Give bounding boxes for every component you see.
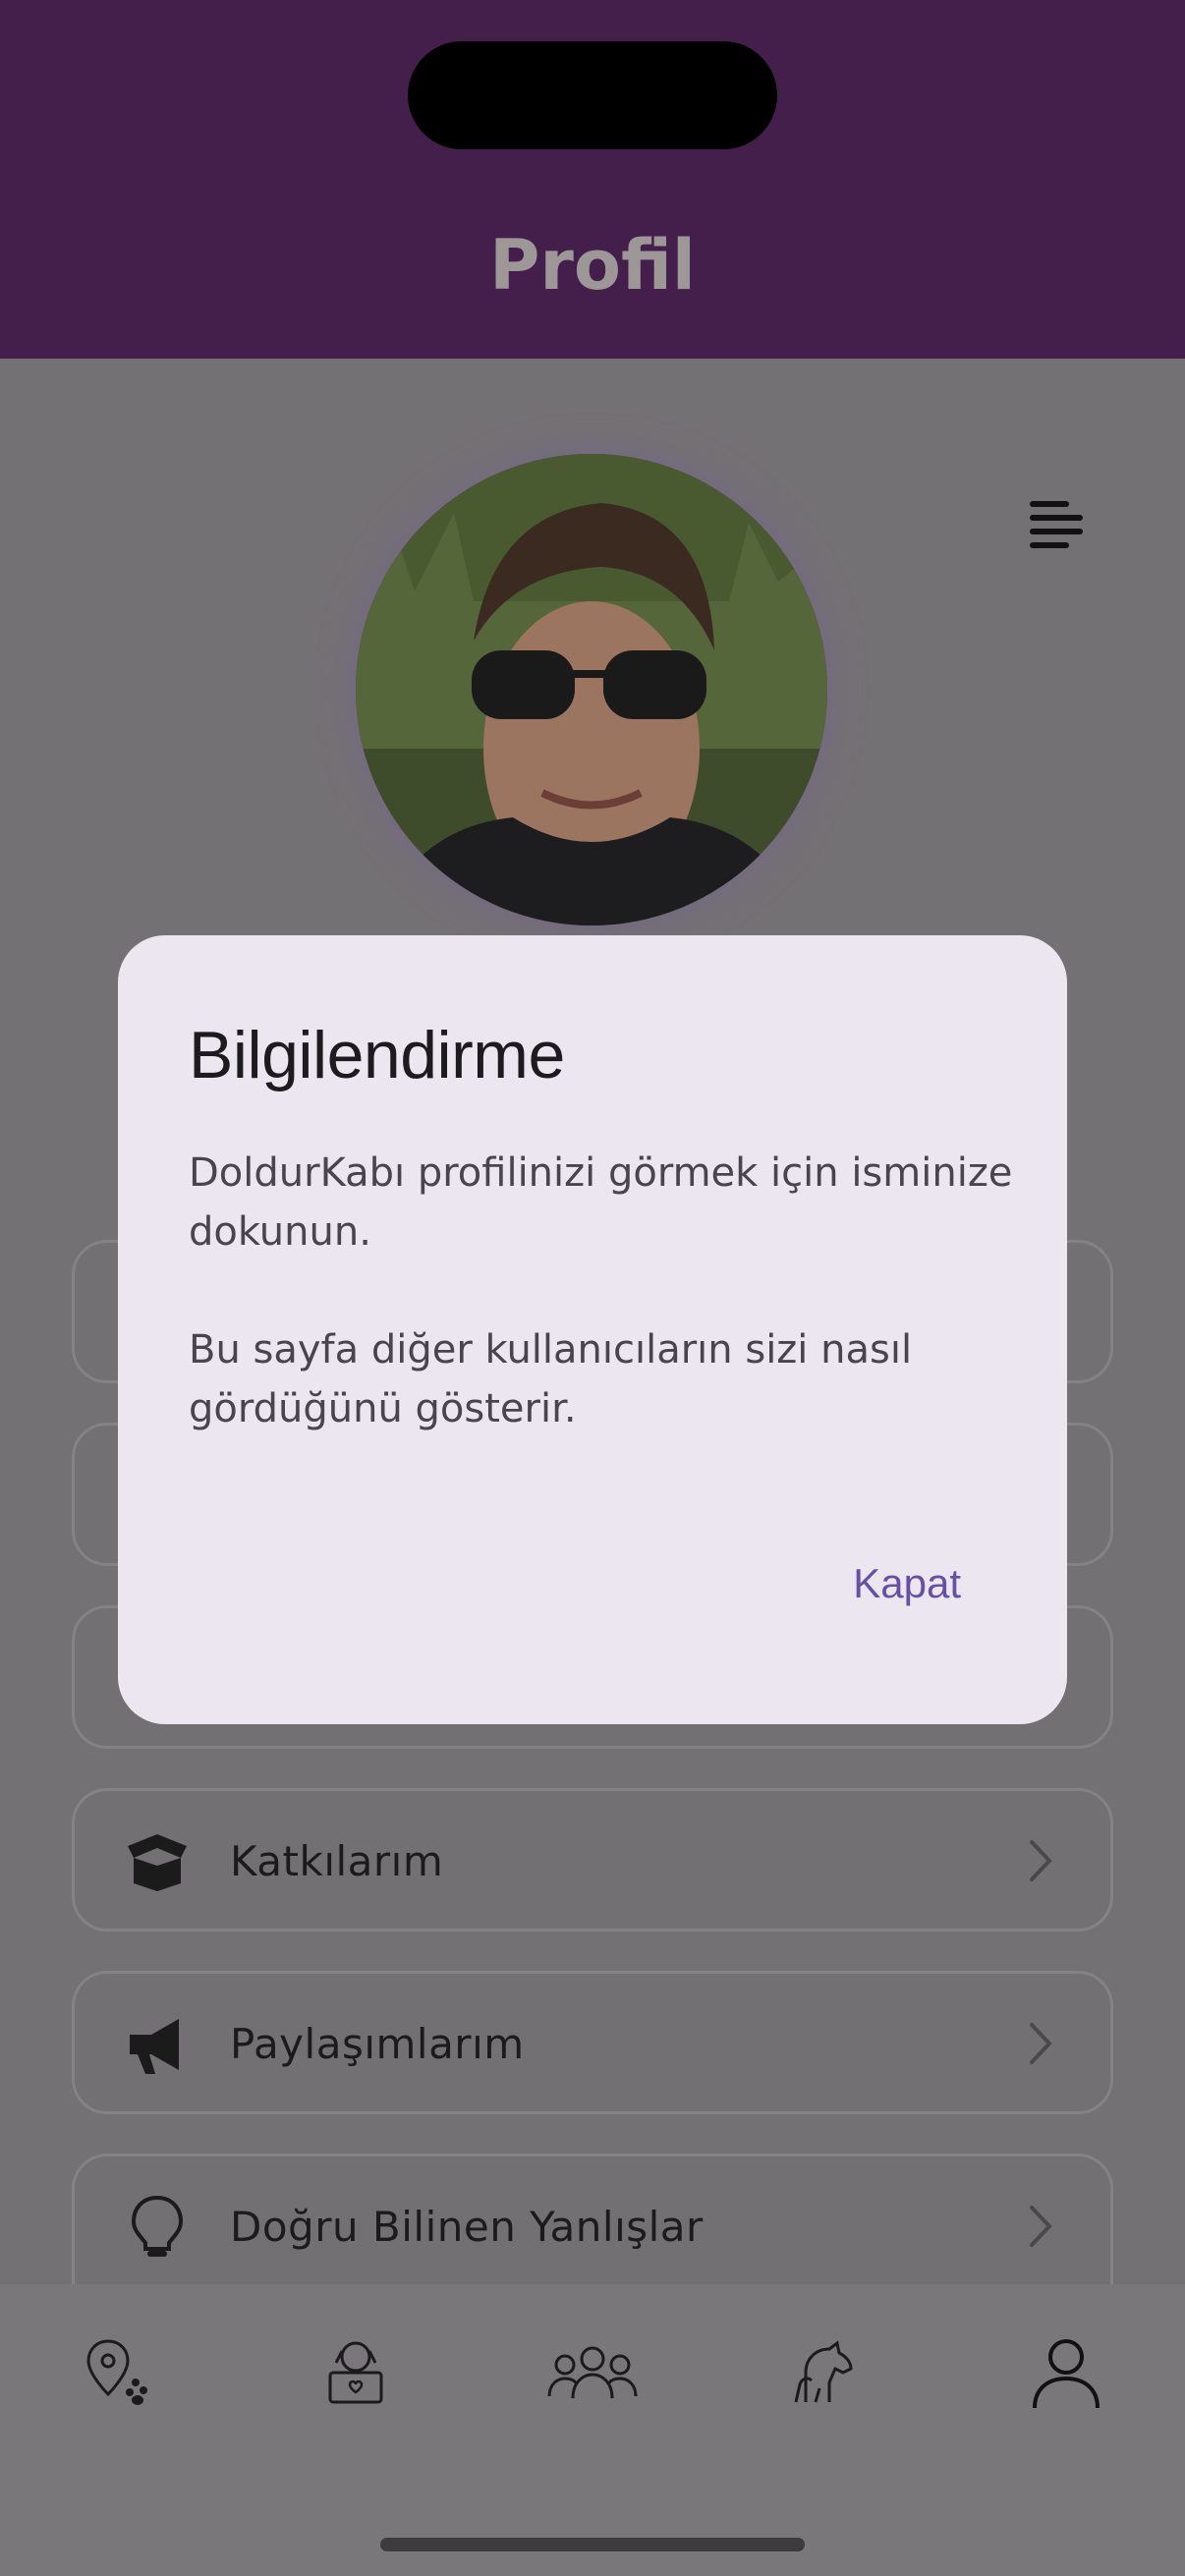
chevron-right-icon: [1030, 2023, 1052, 2064]
avatar[interactable]: [356, 454, 827, 925]
megaphone-icon: [130, 2019, 179, 2074]
menu-item-posts[interactable]: Paylaşımlarım: [72, 1971, 1113, 2114]
dialog-text-1: DoldurKabı profilinizi görmek için ismin…: [189, 1150, 1013, 1255]
app-header: Profil: [0, 0, 1185, 359]
bottom-tab-bar: [0, 2284, 1185, 2576]
dynamic-island: [408, 41, 777, 149]
pet-box-icon[interactable]: [316, 2333, 395, 2412]
menu-item-label: Paylaşımlarım: [230, 2020, 525, 2068]
map-pin-paw-icon[interactable]: [79, 2333, 157, 2412]
page-title: Profil: [489, 225, 696, 306]
info-dialog: Bilgilendirme DoldurKabı profilinizi gör…: [118, 935, 1067, 1724]
home-indicator: [380, 2538, 805, 2551]
profile-icon[interactable]: [1027, 2333, 1105, 2412]
community-icon[interactable]: [543, 2333, 642, 2412]
close-button[interactable]: Kapat: [853, 1556, 961, 1611]
menu-item-label: Doğru Bilinen Yanlışlar: [230, 2203, 704, 2251]
menu-item-myths[interactable]: Doğru Bilinen Yanlışlar: [72, 2154, 1113, 2284]
menu-item-contributions[interactable]: Katkılarım: [72, 1788, 1113, 1932]
pets-icon[interactable]: [786, 2333, 865, 2412]
dialog-title: Bilgilendirme: [189, 1018, 565, 1092]
menu-icon[interactable]: [1022, 491, 1091, 560]
avatar-photo: [356, 454, 827, 925]
box-icon: [128, 1834, 187, 1891]
menu-item-label: Katkılarım: [230, 1837, 444, 1885]
chevron-right-icon: [1030, 2206, 1052, 2247]
dialog-text-2: Bu sayfa diğer kullanıcıların sizi nasıl…: [189, 1327, 913, 1431]
chevron-right-icon: [1030, 1840, 1052, 1881]
lightbulb-icon: [131, 2195, 184, 2257]
dialog-body: DoldurKabı profilinizi görmek için ismin…: [189, 1144, 1014, 1497]
